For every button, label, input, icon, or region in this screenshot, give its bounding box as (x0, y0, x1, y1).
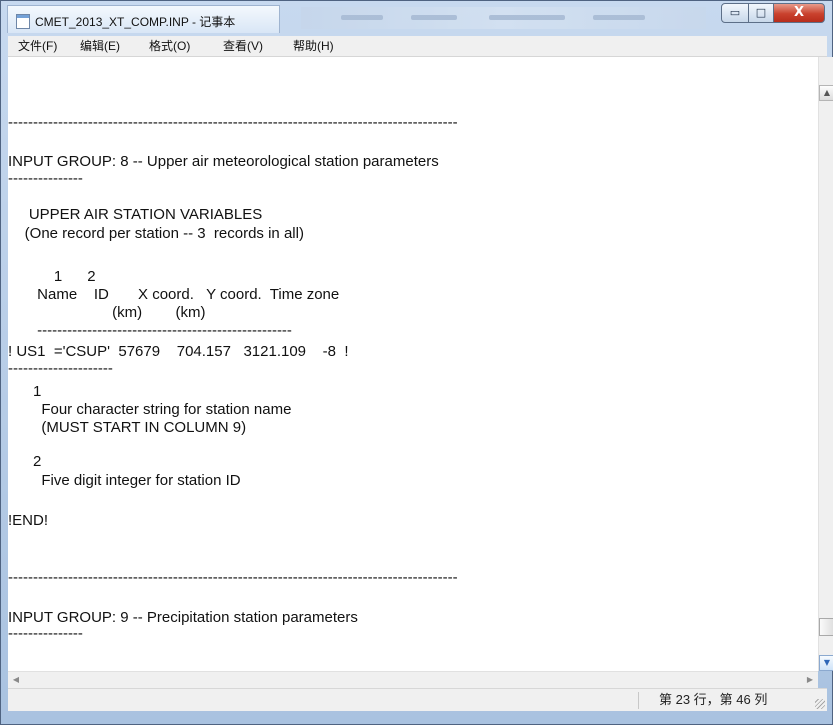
text-line: Name ID X coord. Y coord. Time zone (8, 286, 340, 303)
text-line: --------------- (8, 170, 83, 187)
text-line: --------------- (8, 625, 83, 642)
text-line: (One record per station -- 3 records in … (8, 225, 304, 242)
minimize-button[interactable]: ▭ (721, 3, 749, 23)
text-editor[interactable]: ----------------------------------------… (8, 57, 818, 671)
menu-edit[interactable]: 编辑(E) (80, 38, 120, 54)
scroll-right-button[interactable]: ▶ (802, 672, 818, 688)
window-title: CMET_2013_XT_COMP.INP - 记事本 (35, 15, 236, 29)
maximize-button[interactable]: □ (748, 3, 774, 23)
resize-grip-icon[interactable] (815, 699, 825, 709)
menu-file[interactable]: 文件(F) (18, 38, 57, 54)
text-line: !END! (8, 512, 49, 529)
text-line: ----------------------------------------… (8, 322, 292, 339)
menu-format[interactable]: 格式(O) (149, 38, 190, 54)
active-window-tab[interactable]: CMET_2013_XT_COMP.INP - 记事本 (7, 5, 280, 33)
vertical-scroll-thumb[interactable] (819, 618, 833, 636)
menu-view[interactable]: 查看(V) (223, 38, 263, 54)
scroll-left-button[interactable]: ◀ (8, 672, 24, 688)
close-button[interactable]: X (773, 3, 825, 23)
title-bar[interactable]: CMET_2013_XT_COMP.INP - 记事本 ▭ □ X (1, 1, 832, 35)
text-line: INPUT GROUP: 8 -- Upper air meteorologic… (8, 153, 439, 170)
text-line: UPPER AIR STATION VARIABLES (8, 206, 263, 223)
background-taskbar-tabs (301, 7, 706, 29)
text-line: Five digit integer for station ID (8, 472, 241, 489)
text-line: ----------------------------------------… (8, 114, 458, 131)
scroll-up-button[interactable]: ▲ (819, 85, 833, 101)
menu-bar: 文件(F) 编辑(E) 格式(O) 查看(V) 帮助(H) (8, 36, 827, 57)
text-line: 1 2 (8, 268, 96, 285)
horizontal-scrollbar[interactable]: ◀ ▶ (8, 671, 818, 688)
minimize-icon: ▭ (729, 6, 741, 19)
status-bar: 第 23 行，第 46 列 (8, 688, 827, 711)
text-line: ! US1 ='CSUP' 57679 704.157 3121.109 -8 … (8, 343, 349, 360)
scroll-down-button[interactable]: ▼ (819, 655, 833, 671)
status-divider (638, 692, 639, 709)
text-line: 1 (8, 383, 42, 400)
maximize-icon: □ (755, 6, 767, 19)
text-line: --------------------- (8, 360, 113, 377)
text-line: 2 (8, 453, 42, 470)
text-line: (km) (km) (8, 304, 206, 321)
cursor-position: 第 23 行，第 46 列 (659, 692, 768, 707)
menu-help[interactable]: 帮助(H) (293, 38, 334, 54)
text-line: ----------------------------------------… (8, 569, 458, 586)
text-line: (MUST START IN COLUMN 9) (8, 419, 247, 436)
notepad-icon (16, 14, 30, 29)
vertical-scrollbar[interactable]: ▲ ▼ (818, 57, 833, 671)
notepad-window: CMET_2013_XT_COMP.INP - 记事本 ▭ □ X 文件(F) … (0, 0, 833, 725)
text-line: Four character string for station name (8, 401, 292, 418)
close-icon: X (793, 5, 805, 20)
